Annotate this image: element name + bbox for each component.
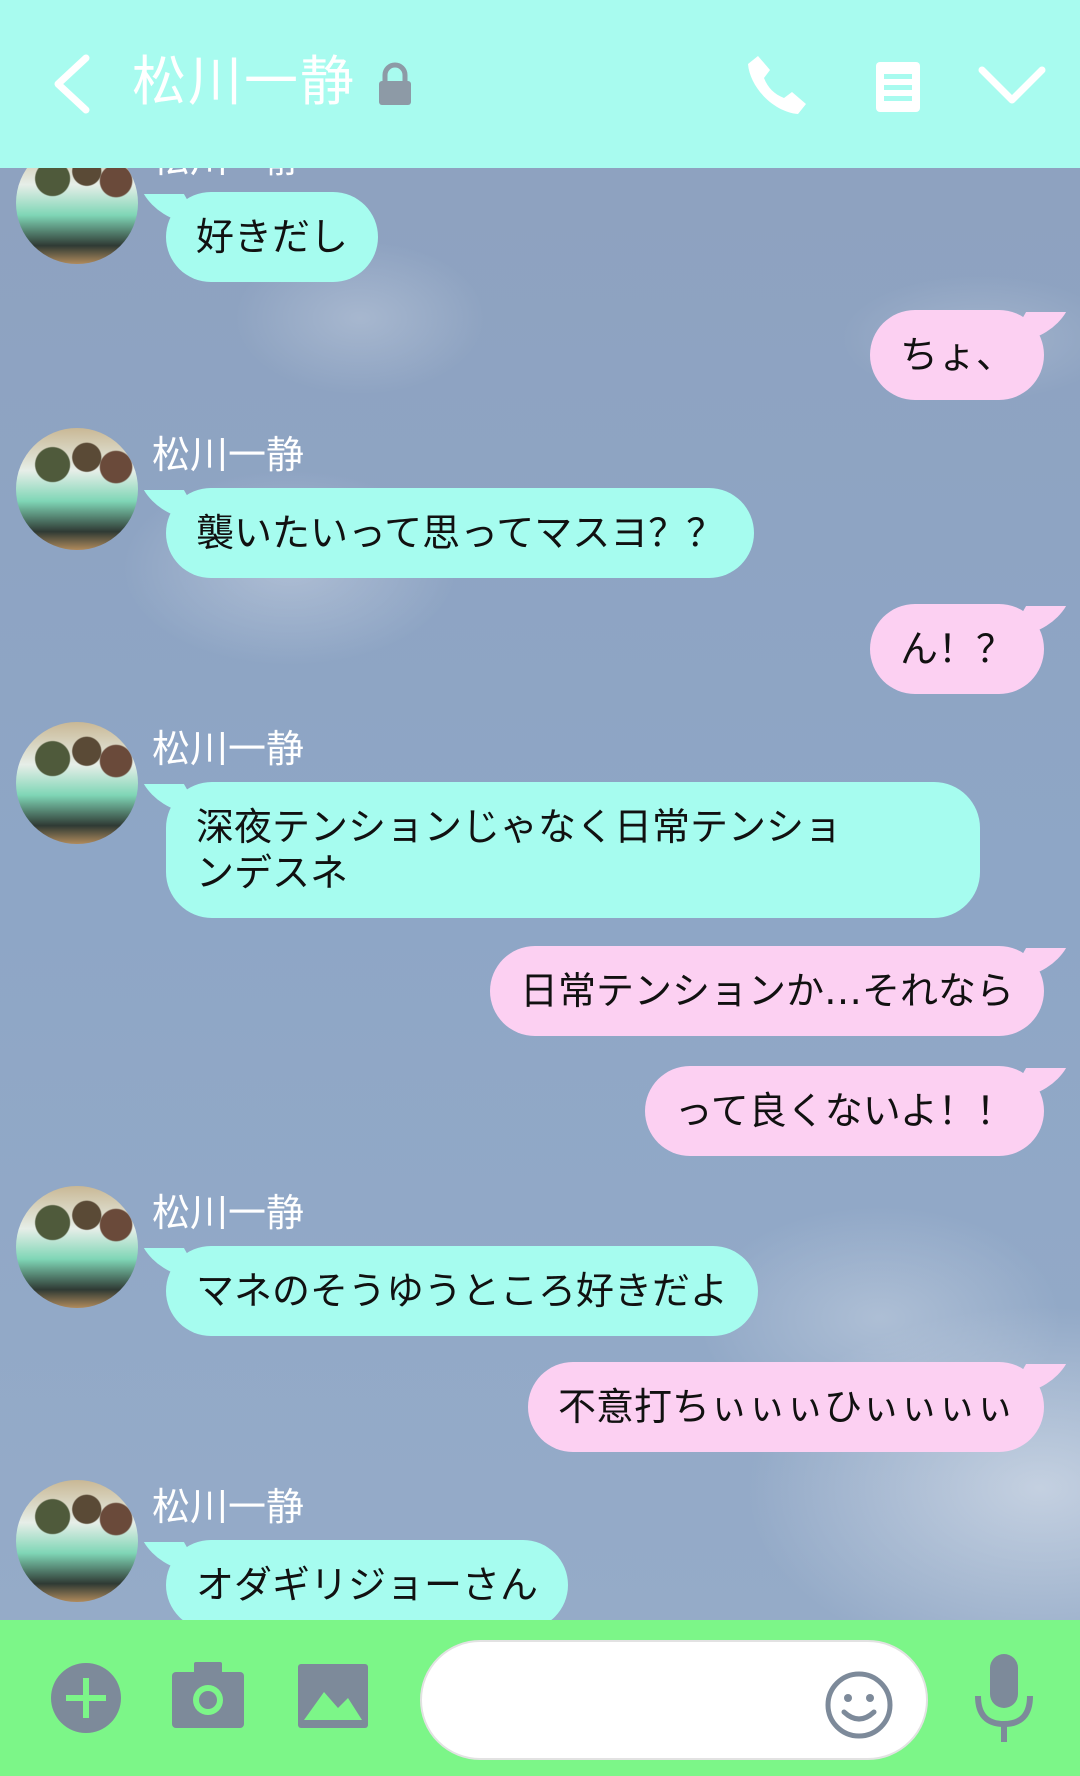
chevron-down-icon[interactable] — [976, 60, 1048, 110]
chat-header: 松川一静 — [0, 0, 1080, 168]
message-bubble-outgoing[interactable]: 不意打ちぃぃぃひぃぃぃぃ — [527, 1362, 1044, 1452]
camera-icon[interactable] — [170, 1660, 246, 1730]
lock-icon — [379, 62, 411, 105]
avatar[interactable] — [16, 428, 138, 550]
avatar[interactable] — [16, 168, 138, 264]
chat-title[interactable]: 松川一静 — [132, 44, 356, 120]
message-bubble-incoming[interactable]: 襲いたいって思ってマスヨ？？ — [166, 488, 755, 578]
sender-name: 松川一静 — [152, 433, 305, 477]
emoji-icon[interactable] — [824, 1670, 894, 1740]
avatar[interactable] — [16, 1186, 138, 1308]
plus-icon[interactable] — [50, 1662, 122, 1734]
message-line: 深夜テンションじゃなく日常テンショ — [196, 805, 843, 849]
sender-name: 松川一静 — [152, 727, 305, 771]
avatar[interactable] — [16, 1480, 138, 1602]
message-input-box[interactable] — [420, 1640, 928, 1760]
phone-icon[interactable] — [744, 52, 810, 118]
message-bubble-incoming[interactable]: マネのそうゆうところ好きだよ — [166, 1246, 759, 1336]
sender-name: 松川一静 — [152, 1485, 305, 1529]
chevron-left-icon[interactable] — [48, 52, 96, 116]
message-line: ンデスネ — [196, 851, 349, 895]
message-bubble-incoming[interactable]: オダギリジョーさん — [166, 1540, 569, 1620]
input-bar — [0, 1620, 1080, 1776]
message-bubble-outgoing[interactable]: ん！？ — [869, 604, 1044, 694]
image-icon[interactable] — [296, 1662, 370, 1730]
sender-name: 松川一静 — [152, 1191, 305, 1235]
mic-icon[interactable] — [972, 1652, 1036, 1748]
message-input[interactable] — [458, 1672, 798, 1728]
message-bubble-incoming[interactable]: 深夜テンションじゃなく日常テンショ ンデスネ — [166, 782, 980, 918]
message-bubble-outgoing[interactable]: ちょ、 — [869, 310, 1044, 400]
sender-name: 松川一静 — [152, 168, 304, 184]
message-bubble-outgoing[interactable]: って良くないよ！！ — [644, 1066, 1044, 1156]
message-bubble-incoming[interactable]: 好きだし — [166, 192, 379, 282]
notes-icon[interactable] — [874, 60, 922, 114]
chat-area[interactable]: 松川一静 好きだし ちょ、 松川一静 襲いたいって思ってマスヨ？？ ん！？ 松川… — [0, 168, 1080, 1620]
avatar[interactable] — [16, 722, 138, 844]
message-bubble-outgoing[interactable]: 日常テンションか…それなら — [489, 946, 1044, 1036]
